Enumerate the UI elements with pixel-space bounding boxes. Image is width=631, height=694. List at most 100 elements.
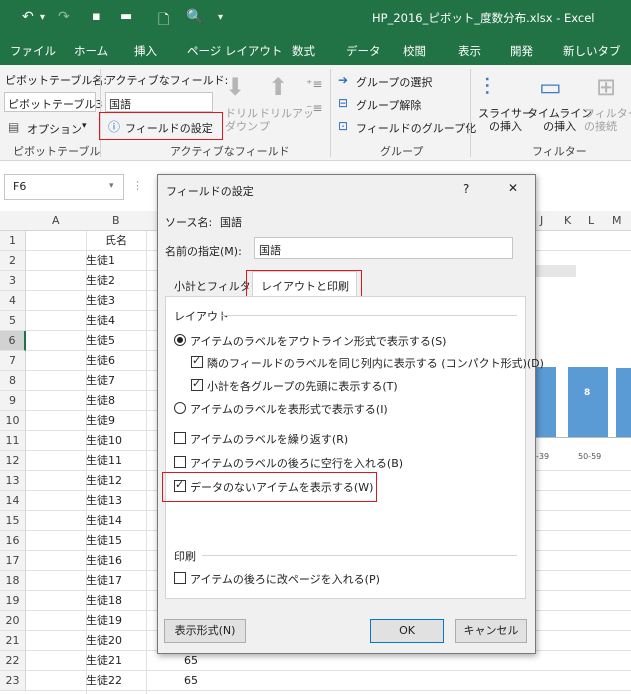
- save-icon[interactable]: ▪: [92, 9, 101, 24]
- cell-b[interactable]: 生徒8: [86, 391, 146, 411]
- close-icon[interactable]: ✕: [508, 181, 518, 195]
- undo-dropdown-icon[interactable]: ▾: [40, 12, 45, 23]
- ok-button[interactable]: OK: [370, 619, 444, 643]
- column-header-m[interactable]: M: [612, 214, 622, 227]
- cell-b[interactable]: 生徒22: [86, 671, 146, 691]
- tab-developer[interactable]: 開発: [510, 43, 533, 59]
- cell-b[interactable]: 生徒18: [86, 591, 146, 611]
- name-box[interactable]: F6 ▾: [4, 174, 124, 200]
- cell-b[interactable]: 生徒1: [86, 251, 146, 271]
- row-header[interactable]: 13: [0, 471, 26, 491]
- row-header[interactable]: 20: [0, 611, 26, 631]
- tabular-form-radio[interactable]: [174, 402, 186, 414]
- blank-line-checkbox[interactable]: [174, 456, 186, 468]
- page-break-checkbox[interactable]: [174, 572, 186, 584]
- column-header-k[interactable]: K: [564, 214, 571, 227]
- row-header[interactable]: 1: [0, 231, 26, 251]
- chart-area[interactable]: 8 -39 50-59: [536, 265, 631, 465]
- collapse-field-icon[interactable]: ⁻≡: [306, 101, 322, 115]
- row-header[interactable]: 15: [0, 511, 26, 531]
- pivot-name-input[interactable]: ピボットテーブル3: [4, 92, 102, 112]
- ungroup-button[interactable]: グループ解除: [356, 97, 421, 113]
- cell-b[interactable]: 生徒2: [86, 271, 146, 291]
- cell-c[interactable]: 65: [146, 671, 202, 691]
- help-button[interactable]: ?: [463, 182, 469, 196]
- cell-b[interactable]: 生徒6: [86, 351, 146, 371]
- expand-field-icon[interactable]: ⁺≡: [306, 77, 322, 91]
- row-header[interactable]: 12: [0, 451, 26, 471]
- row-header[interactable]: 7: [0, 351, 26, 371]
- row-header[interactable]: 9: [0, 391, 26, 411]
- custom-name-input[interactable]: 国語: [254, 237, 513, 259]
- group-field-button[interactable]: フィールドのグループ化: [356, 120, 476, 136]
- column-header-b[interactable]: B: [112, 214, 120, 227]
- cell-b[interactable]: 生徒19: [86, 611, 146, 631]
- cell-b[interactable]: 生徒16: [86, 551, 146, 571]
- tab-home[interactable]: ホーム: [74, 43, 108, 59]
- row-header[interactable]: 5: [0, 311, 26, 331]
- number-format-button[interactable]: 表示形式(N): [164, 619, 246, 643]
- cell-b[interactable]: 氏名: [86, 231, 146, 251]
- cancel-button[interactable]: キャンセル: [455, 619, 527, 643]
- cell-b[interactable]: 生徒7: [86, 371, 146, 391]
- compact-form-checkbox[interactable]: [191, 354, 203, 368]
- undo-icon[interactable]: ↶: [22, 9, 34, 25]
- active-field-input[interactable]: 国語: [105, 92, 213, 112]
- print-preview-icon[interactable]: 🔍: [186, 9, 203, 25]
- outline-form-radio[interactable]: [174, 334, 186, 346]
- tab-data[interactable]: データ: [346, 43, 381, 59]
- group-selection-button[interactable]: グループの選択: [356, 74, 432, 90]
- options-button[interactable]: オプション: [27, 121, 82, 137]
- customize-qat-icon[interactable]: ▾: [218, 12, 223, 23]
- redo-icon[interactable]: ↷: [58, 9, 70, 25]
- new-file-icon[interactable]: 🗋: [158, 9, 169, 33]
- tab-page-layout[interactable]: ページ レイアウト: [187, 43, 282, 59]
- cell-b[interactable]: 生徒15: [86, 531, 146, 551]
- tab-view[interactable]: 表示: [458, 43, 481, 59]
- cell-b[interactable]: 生徒12: [86, 471, 146, 491]
- cell-b[interactable]: 生徒17: [86, 571, 146, 591]
- cell-b[interactable]: 生徒11: [86, 451, 146, 471]
- row-header[interactable]: 4: [0, 291, 26, 311]
- insert-slicer-button[interactable]: スライサー の挿入: [478, 107, 533, 133]
- subtotal-top-checkbox[interactable]: [191, 377, 203, 391]
- field-settings-button[interactable]: フィールドの設定: [125, 120, 213, 136]
- tab-new[interactable]: 新しいタブ: [563, 43, 621, 59]
- row-header[interactable]: 8: [0, 371, 26, 391]
- tab-insert[interactable]: 挿入: [134, 43, 157, 59]
- tab-file[interactable]: ファイル: [10, 43, 56, 59]
- options-dropdown-icon[interactable]: ▾: [82, 121, 87, 131]
- column-header-a[interactable]: A: [52, 214, 60, 227]
- tab-review[interactable]: 校閲: [403, 43, 426, 59]
- cell-b[interactable]: 生徒20: [86, 631, 146, 651]
- row-header[interactable]: 21: [0, 631, 26, 651]
- row-header[interactable]: 6: [0, 331, 26, 351]
- row-header[interactable]: 18: [0, 571, 26, 591]
- drill-down-button[interactable]: ドリル ダウン: [225, 107, 258, 133]
- repeat-labels-checkbox[interactable]: [174, 432, 186, 444]
- column-header-l[interactable]: L: [588, 214, 594, 227]
- cell-b[interactable]: 生徒21: [86, 651, 146, 671]
- cell-b[interactable]: 生徒4: [86, 311, 146, 331]
- filter-connections-button[interactable]: フィルター の接続: [584, 107, 631, 133]
- row-header[interactable]: 11: [0, 431, 26, 451]
- cell-b[interactable]: 生徒13: [86, 491, 146, 511]
- tab-formulas[interactable]: 数式: [292, 43, 315, 59]
- row-header[interactable]: 19: [0, 591, 26, 611]
- name-box-dropdown-icon[interactable]: ▾: [109, 181, 114, 191]
- row-header[interactable]: 22: [0, 651, 26, 671]
- cell-b[interactable]: 生徒10: [86, 431, 146, 451]
- row-header[interactable]: 3: [0, 271, 26, 291]
- column-header-j[interactable]: J: [540, 214, 543, 227]
- row-header[interactable]: 23: [0, 671, 26, 691]
- cell-b[interactable]: 生徒5: [86, 331, 146, 351]
- insert-timeline-button[interactable]: タイムライン の挿入: [527, 107, 592, 133]
- cell-b[interactable]: 生徒3: [86, 291, 146, 311]
- cell-c[interactable]: 65: [146, 651, 202, 671]
- cell-b[interactable]: 生徒14: [86, 511, 146, 531]
- row-header[interactable]: 16: [0, 531, 26, 551]
- row-header[interactable]: 2: [0, 251, 26, 271]
- cell-b[interactable]: 生徒9: [86, 411, 146, 431]
- row-header[interactable]: 10: [0, 411, 26, 431]
- open-icon[interactable]: ▬: [120, 9, 132, 24]
